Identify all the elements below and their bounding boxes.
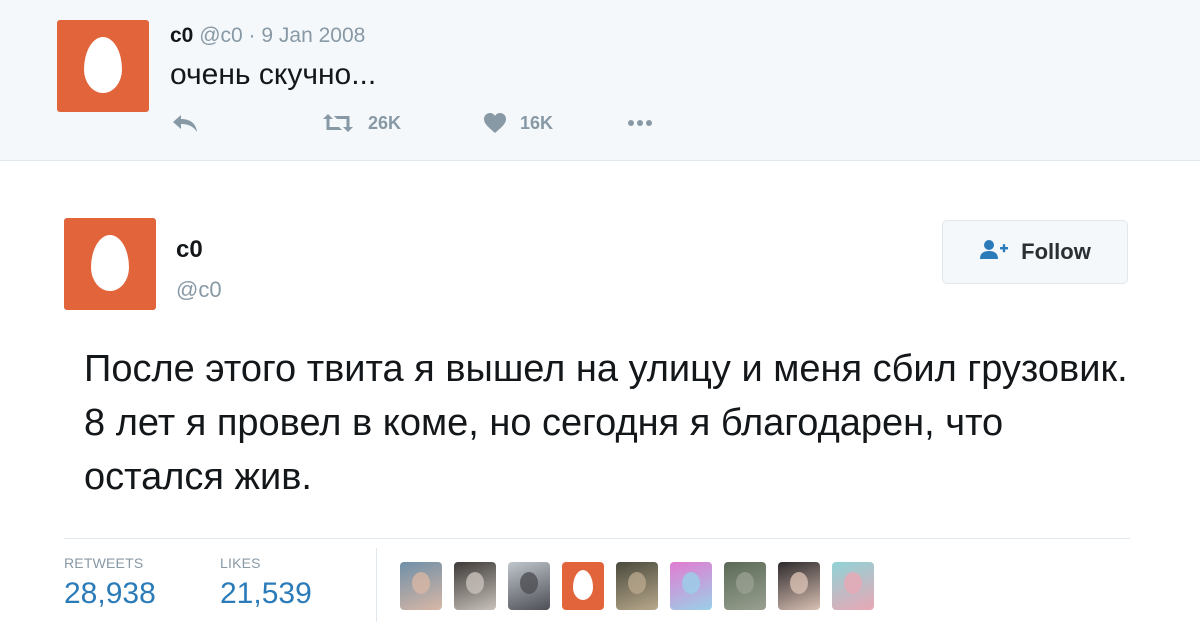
liker-avatar[interactable] xyxy=(670,562,712,610)
photo-face xyxy=(682,572,700,594)
liker-avatar[interactable] xyxy=(562,562,604,610)
egg-icon xyxy=(84,37,122,93)
avatar[interactable] xyxy=(64,218,156,310)
photo-face xyxy=(790,572,808,594)
likes-stat[interactable]: LIKES 21,539 xyxy=(220,555,312,611)
likes-label: LIKES xyxy=(220,555,261,571)
egg-icon xyxy=(91,235,129,291)
photo-face xyxy=(412,572,430,594)
photo-face xyxy=(466,572,484,594)
author-handle[interactable]: @c0 xyxy=(199,24,243,47)
reply-context-tweet: c0 @c0 · 9 Jan 2008 очень скучно... 26K … xyxy=(0,0,1200,161)
add-user-icon xyxy=(979,239,1009,266)
photo-face xyxy=(628,572,646,594)
egg-icon xyxy=(573,570,593,600)
retweets-label: RETWEETS xyxy=(64,555,144,571)
retweets-count: 28,938 xyxy=(64,577,156,610)
more-button[interactable] xyxy=(626,108,654,138)
liker-avatar[interactable] xyxy=(832,562,874,610)
retweet-icon xyxy=(320,111,356,135)
retweets-stat[interactable]: RETWEETS 28,938 xyxy=(64,555,156,611)
photo-face xyxy=(736,572,754,594)
retweet-button[interactable]: 26K xyxy=(320,108,401,138)
follow-label: Follow xyxy=(1021,239,1091,264)
stats-separator xyxy=(376,548,377,622)
liker-avatar[interactable] xyxy=(724,562,766,610)
separator: · xyxy=(248,24,256,47)
reply-button[interactable] xyxy=(170,108,202,138)
tweet-text: очень скучно... xyxy=(170,58,377,91)
author-name[interactable]: c0 xyxy=(170,24,193,47)
follow-button[interactable]: Follow xyxy=(942,220,1128,284)
photo-face xyxy=(520,572,538,594)
liker-avatar[interactable] xyxy=(616,562,658,610)
reply-icon xyxy=(170,111,202,135)
liker-avatar[interactable] xyxy=(778,562,820,610)
likes-count: 21,539 xyxy=(220,577,312,610)
author-handle[interactable]: @c0 xyxy=(176,277,222,303)
avatar[interactable] xyxy=(57,20,149,112)
like-count: 16K xyxy=(520,112,554,133)
heart-icon xyxy=(482,111,508,135)
photo-face xyxy=(844,572,862,594)
divider xyxy=(64,538,1130,539)
liker-avatar[interactable] xyxy=(508,562,550,610)
tweet-text: После этого твита я вышел на улицу и мен… xyxy=(84,348,1128,498)
author-name[interactable]: c0 xyxy=(176,236,203,264)
more-dots-icon xyxy=(626,111,654,135)
liker-avatar[interactable] xyxy=(400,562,442,610)
like-button[interactable]: 16K xyxy=(482,108,553,138)
tweet-date[interactable]: 9 Jan 2008 xyxy=(261,24,365,47)
tweet-header: c0 @c0 · 9 Jan 2008 xyxy=(170,24,365,48)
liker-avatar[interactable] xyxy=(454,562,496,610)
retweet-count: 26K xyxy=(368,112,402,133)
